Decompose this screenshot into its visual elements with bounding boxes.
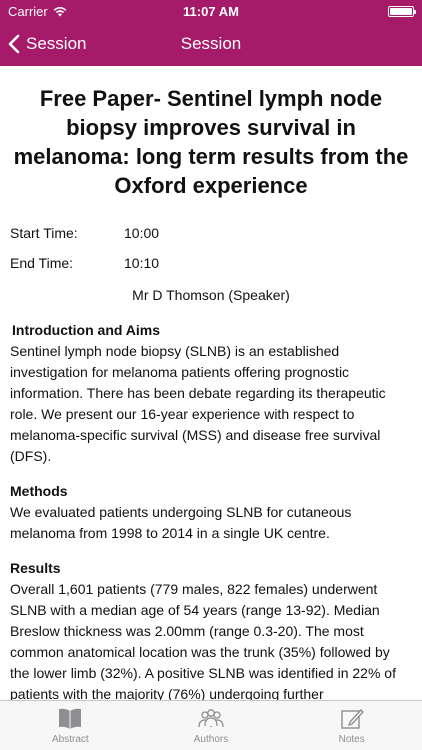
start-time-row: Start Time: 10:00 — [10, 218, 412, 248]
session-times: Start Time: 10:00 End Time: 10:10 — [10, 218, 412, 278]
section-body: Overall 1,601 patients (779 males, 822 f… — [10, 581, 396, 700]
tab-label: Notes — [338, 734, 365, 745]
tab-notes[interactable]: Notes — [281, 701, 422, 750]
people-icon — [198, 709, 224, 728]
tab-authors[interactable]: Authors — [141, 701, 282, 750]
abstract-section-methods: Methods We evaluated patients undergoing… — [10, 481, 412, 544]
abstract-section-intro: Introduction and Aims Sentinel lymph nod… — [10, 320, 412, 467]
end-time-value: 10:10 — [124, 255, 160, 271]
abstract-section-results: Results Overall 1,601 patients (779 male… — [10, 558, 412, 700]
start-time-label: Start Time: — [10, 225, 78, 241]
tab-abstract[interactable]: Abstract — [0, 701, 141, 750]
session-detail: Free Paper- Sentinel lymph node biopsy i… — [0, 66, 422, 700]
back-button[interactable]: Session — [8, 22, 86, 66]
tab-label: Authors — [193, 734, 229, 745]
section-body: We evaluated patients undergoing SLNB fo… — [10, 504, 352, 541]
book-icon — [59, 708, 82, 729]
section-heading: Results — [10, 560, 61, 576]
navigation-bar: Session Session — [0, 22, 422, 66]
end-time-row: End Time: 10:10 — [10, 248, 412, 278]
back-label: Session — [26, 34, 87, 53]
paper-title: Free Paper- Sentinel lymph node biopsy i… — [13, 86, 409, 198]
clock: 11:07 AM — [183, 4, 239, 19]
compose-icon — [340, 709, 364, 729]
tab-bar: Abstract Authors Notes — [0, 700, 422, 750]
battery-icon — [388, 6, 416, 17]
end-time-label: End Time: — [10, 255, 74, 271]
status-bar: Carrier 11:07 AM — [0, 0, 422, 22]
section-body: Sentinel lymph node biopsy (SLNB) is an … — [10, 343, 386, 464]
section-heading: Introduction and Aims — [12, 322, 161, 338]
tab-label: Abstract — [51, 734, 89, 745]
speaker-name[interactable]: Mr D Thomson (Speaker) — [10, 284, 412, 306]
section-heading: Methods — [10, 483, 68, 499]
chevron-left-icon — [8, 34, 20, 54]
start-time-value: 10:00 — [124, 225, 160, 241]
